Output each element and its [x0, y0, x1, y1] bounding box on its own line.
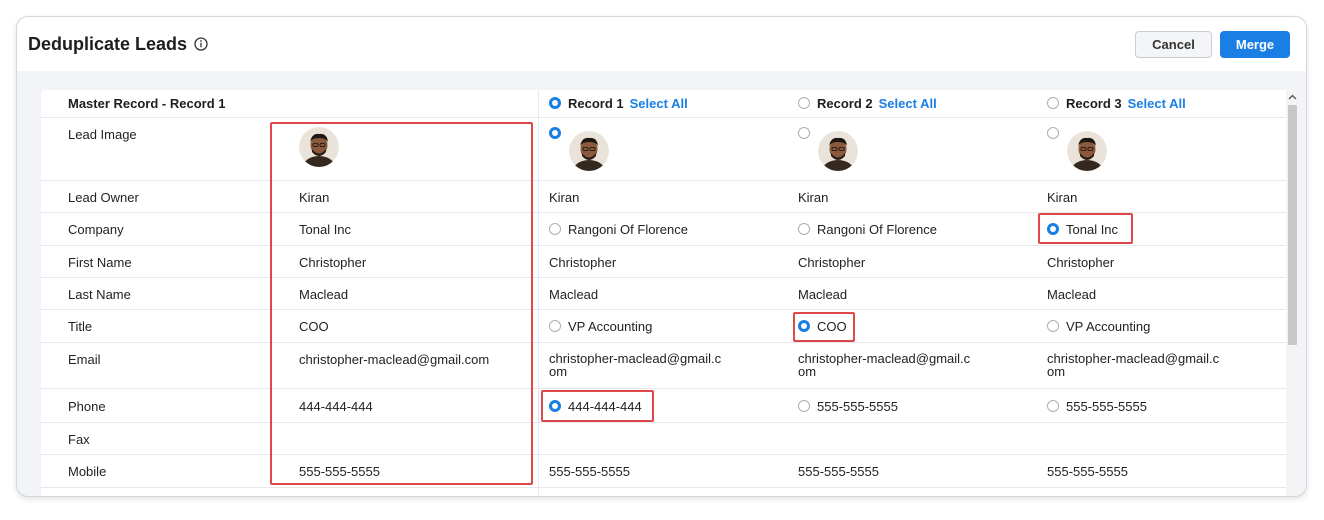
avatar-icon — [818, 131, 858, 171]
radio-icon[interactable] — [1047, 223, 1059, 235]
record-option[interactable]: VP Accounting — [1047, 319, 1150, 334]
record-option[interactable]: VP Accounting — [549, 319, 652, 334]
table-row: Lead Image — [41, 118, 1286, 181]
field-label: Title — [68, 319, 93, 334]
record-2-image — [798, 127, 858, 174]
field-label: Lead Owner — [68, 190, 139, 205]
record-value: 555-555-5555 — [549, 464, 630, 479]
page-title: Deduplicate Leads — [28, 33, 188, 54]
master-value: Kiran — [299, 190, 330, 205]
master-value: 444-444-444 — [299, 399, 373, 414]
table-row: Email christopher-maclead@gmail.com chri… — [41, 343, 1286, 389]
record-value: christopher-maclead@gmail.c om — [798, 351, 971, 379]
radio-icon[interactable] — [798, 223, 810, 235]
field-label: Company — [68, 222, 124, 237]
record-2-header: Record 2 Select All — [798, 96, 937, 111]
radio-icon[interactable] — [549, 320, 561, 332]
chevron-up-icon[interactable] — [1286, 90, 1299, 104]
radio-icon[interactable] — [798, 320, 810, 332]
field-label: Email — [68, 352, 101, 367]
radio-icon[interactable] — [1047, 127, 1059, 139]
avatar-icon — [299, 127, 339, 167]
record-value: Maclead — [798, 287, 848, 302]
radio-icon[interactable] — [549, 223, 561, 235]
radio-icon[interactable] — [798, 127, 810, 139]
table-row: Phone 444-444-444 444-444-444 555-555-55… — [41, 389, 1286, 423]
radio-icon[interactable] — [549, 400, 561, 412]
master-value: Christopher — [299, 255, 367, 270]
radio-icon[interactable] — [549, 97, 561, 109]
table-row: Mobile 555-555-5555 555-555-5555 555-555… — [41, 455, 1286, 488]
radio-icon[interactable] — [1047, 320, 1059, 332]
field-label: Last Name — [68, 287, 131, 302]
table-row: Last Name Maclead Maclead Maclead Maclea… — [41, 278, 1286, 310]
record-option[interactable]: 555-555-5555 — [798, 399, 898, 414]
deduplicate-leads-dialog: Deduplicate Leads Cancel Merge Master Re… — [16, 16, 1307, 497]
master-value: christopher-maclead@gmail.com — [299, 352, 490, 367]
radio-icon[interactable] — [549, 127, 561, 139]
record-value: Kiran — [549, 190, 580, 205]
master-value: 555-555-5555 — [299, 464, 380, 479]
record-value: 555-555-5555 — [798, 464, 879, 479]
record-option[interactable]: COO — [798, 319, 847, 334]
master-value: COO — [299, 319, 329, 334]
field-label: Lead Image — [68, 127, 137, 142]
record-value: Maclead — [1047, 287, 1097, 302]
radio-icon[interactable] — [798, 400, 810, 412]
records-panel: Master Record - Record 1 Record 1 Select … — [41, 90, 1299, 496]
record-value: Christopher — [1047, 255, 1115, 270]
record-value: christopher-maclead@gmail.c om — [1047, 351, 1220, 379]
select-all-record-2[interactable]: Select All — [879, 96, 937, 111]
record-3-header: Record 3 Select All — [1047, 96, 1186, 111]
table-row: Company Tonal Inc Rangoni Of Florence Ra… — [41, 213, 1286, 246]
record-3-image — [1047, 127, 1107, 174]
record-value: christopher-maclead@gmail.c om — [549, 351, 722, 379]
merge-button[interactable]: Merge — [1220, 30, 1290, 58]
record-option[interactable]: Tonal Inc — [1047, 222, 1118, 237]
record-option[interactable]: Rangoni Of Florence — [798, 222, 937, 237]
record-option[interactable]: Rangoni Of Florence — [549, 222, 688, 237]
table-row: Title COO VP Accounting COO VP Accountin… — [41, 310, 1286, 343]
master-avatar — [299, 127, 339, 170]
info-icon[interactable] — [194, 37, 208, 51]
select-all-record-3[interactable]: Select All — [1128, 96, 1186, 111]
cancel-button[interactable]: Cancel — [1135, 30, 1212, 58]
field-label: Phone — [68, 399, 106, 414]
vertical-scrollbar[interactable] — [1286, 90, 1299, 496]
field-label: First Name — [68, 255, 132, 270]
radio-icon[interactable] — [1047, 97, 1059, 109]
record-1-image — [549, 127, 609, 174]
avatar-icon — [1067, 131, 1107, 171]
record-option[interactable]: 444-444-444 — [549, 399, 642, 414]
table-row: Fax — [41, 423, 1286, 455]
record-value: 555-555-5555 — [1047, 464, 1128, 479]
field-label: Fax — [68, 432, 90, 447]
radio-icon[interactable] — [1047, 400, 1059, 412]
record-value: Maclead — [549, 287, 599, 302]
table-row: Lead Owner Kiran Kiran Kiran Kiran — [41, 181, 1286, 213]
record-value: Kiran — [1047, 190, 1078, 205]
avatar-icon — [569, 131, 609, 171]
record-value: Kiran — [798, 190, 829, 205]
select-all-record-1[interactable]: Select All — [630, 96, 688, 111]
field-label: Mobile — [68, 464, 107, 479]
master-value: Maclead — [299, 287, 349, 302]
record-value: Christopher — [798, 255, 866, 270]
master-value: Tonal Inc — [299, 222, 352, 237]
record-1-header: Record 1 Select All — [549, 96, 688, 111]
record-option[interactable]: 555-555-5555 — [1047, 399, 1147, 414]
table-header-row: Master Record - Record 1 Record 1 Select … — [41, 90, 1286, 118]
radio-icon[interactable] — [798, 97, 810, 109]
master-record-header: Master Record - Record 1 — [68, 96, 226, 111]
dialog-header: Deduplicate Leads Cancel Merge — [17, 17, 1306, 71]
table-row: First Name Christopher Christopher Chris… — [41, 246, 1286, 278]
record-value: Christopher — [549, 255, 617, 270]
scrollbar-thumb[interactable] — [1288, 105, 1297, 345]
